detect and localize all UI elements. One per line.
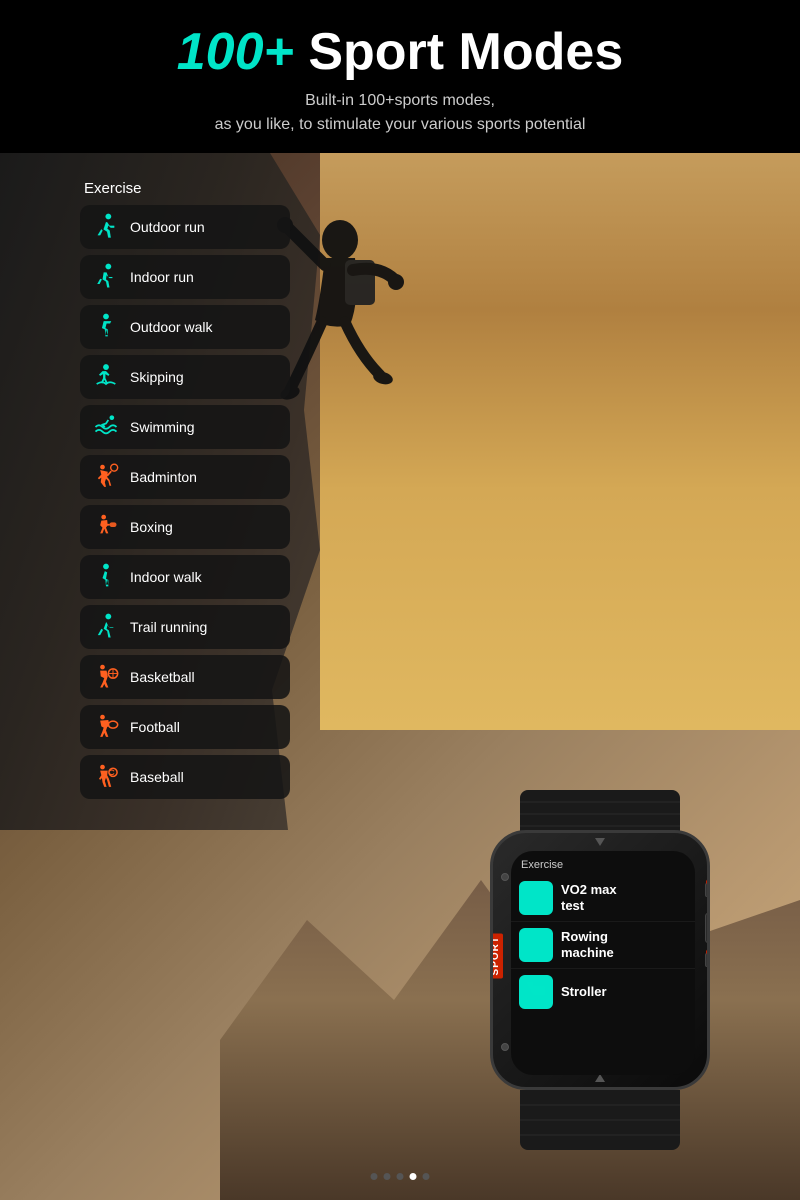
watch-button-bottom	[705, 953, 710, 967]
exercise-icon-trail-running	[92, 613, 120, 641]
exercise-item-skipping[interactable]: Skipping	[80, 355, 290, 399]
exercise-icon-indoor-walk	[92, 563, 120, 591]
exercise-item-indoor-run[interactable]: Indoor run	[80, 255, 290, 299]
page-dot-2[interactable]	[384, 1173, 391, 1180]
watch-band-bottom	[520, 1090, 680, 1150]
exercise-icon-basketball	[92, 663, 120, 691]
exercise-icon-badminton	[92, 463, 120, 491]
exercise-icon-football	[92, 713, 120, 741]
exercise-text-boxing: Boxing	[130, 519, 173, 535]
exercise-text-baseball: Baseball	[130, 769, 184, 785]
page-dots	[371, 1173, 430, 1180]
exercise-text-outdoor-walk: Outdoor walk	[130, 319, 212, 335]
header-section: 100+ Sport Modes Built-in 100+sports mod…	[0, 0, 800, 153]
watch-indicator-top	[595, 838, 605, 846]
watch-icon-stroller	[519, 975, 553, 1009]
exercise-item-badminton[interactable]: Badminton	[80, 455, 290, 499]
exercise-text-trail-running: Trail running	[130, 619, 207, 635]
background-area: Exercise Outdoor run Indoor run Outdoor …	[0, 130, 800, 1200]
exercise-text-indoor-run: Indoor run	[130, 269, 194, 285]
smartwatch: SPORT Exercise VO2 maxtest Rowingmachine…	[460, 810, 740, 1140]
exercise-text-badminton: Badminton	[130, 469, 197, 485]
exercise-panel: Exercise Outdoor run Indoor run Outdoor …	[80, 180, 290, 805]
exercise-text-basketball: Basketball	[130, 669, 195, 685]
header-subtitle: Built-in 100+sports modes, as you like, …	[20, 89, 780, 137]
exercise-item-outdoor-run[interactable]: Outdoor run	[80, 205, 290, 249]
exercise-item-basketball[interactable]: Basketball	[80, 655, 290, 699]
exercise-item-baseball[interactable]: Baseball	[80, 755, 290, 799]
exercise-text-skipping: Skipping	[130, 369, 184, 385]
exercise-item-trail-running[interactable]: Trail running	[80, 605, 290, 649]
watch-item-vo2-max: VO2 maxtest	[511, 875, 695, 921]
exercise-text-swimming: Swimming	[130, 419, 195, 435]
exercise-icon-baseball	[92, 763, 120, 791]
watch-dot-top	[706, 879, 710, 885]
watch-items-list: VO2 maxtest Rowingmachine Stroller	[511, 875, 695, 1015]
exercise-icon-outdoor-walk	[92, 313, 120, 341]
watch-screw-top	[501, 873, 509, 881]
page-title: 100+ Sport Modes	[20, 24, 780, 81]
exercise-icon-boxing	[92, 513, 120, 541]
watch-icon-vo2-max	[519, 881, 553, 915]
exercise-list: Outdoor run Indoor run Outdoor walk Skip…	[80, 205, 290, 799]
watch-exercise-label: Exercise	[511, 851, 695, 875]
page-dot-1[interactable]	[371, 1173, 378, 1180]
exercise-icon-indoor-run	[92, 263, 120, 291]
watch-dot-bottom	[706, 949, 710, 955]
watch-indicator-bottom	[595, 1074, 605, 1082]
exercise-item-football[interactable]: Football	[80, 705, 290, 749]
page-dot-4[interactable]	[410, 1173, 417, 1180]
watch-icon-rowing-machine	[519, 928, 553, 962]
exercise-icon-outdoor-run	[92, 213, 120, 241]
watch-button-top	[705, 883, 710, 897]
page-dot-5[interactable]	[423, 1173, 430, 1180]
watch-body: SPORT Exercise VO2 maxtest Rowingmachine…	[490, 830, 710, 1100]
title-highlight: 100+	[177, 23, 294, 81]
watch-item-label-vo2-max: VO2 maxtest	[561, 882, 617, 913]
sport-label: SPORT	[490, 933, 503, 978]
exercise-item-indoor-walk[interactable]: Indoor walk	[80, 555, 290, 599]
exercise-text-outdoor-run: Outdoor run	[130, 219, 205, 235]
watch-screw-bottom	[501, 1043, 509, 1051]
watch-screen: Exercise VO2 maxtest Rowingmachine Strol…	[511, 851, 695, 1075]
watch-crown	[705, 913, 710, 943]
page-dot-3[interactable]	[397, 1173, 404, 1180]
exercise-item-outdoor-walk[interactable]: Outdoor walk	[80, 305, 290, 349]
exercise-text-indoor-walk: Indoor walk	[130, 569, 202, 585]
title-main: Sport Modes	[294, 23, 623, 81]
watch-case: SPORT Exercise VO2 maxtest Rowingmachine…	[490, 830, 710, 1090]
watch-item-stroller: Stroller	[511, 968, 695, 1015]
exercise-item-boxing[interactable]: Boxing	[80, 505, 290, 549]
exercise-icon-skipping	[92, 363, 120, 391]
exercise-icon-swimming	[92, 413, 120, 441]
watch-item-rowing-machine: Rowingmachine	[511, 921, 695, 968]
exercise-text-football: Football	[130, 719, 180, 735]
exercise-panel-label: Exercise	[80, 180, 290, 197]
watch-item-label-rowing-machine: Rowingmachine	[561, 929, 614, 960]
watch-item-label-stroller: Stroller	[561, 984, 607, 1000]
exercise-item-swimming[interactable]: Swimming	[80, 405, 290, 449]
